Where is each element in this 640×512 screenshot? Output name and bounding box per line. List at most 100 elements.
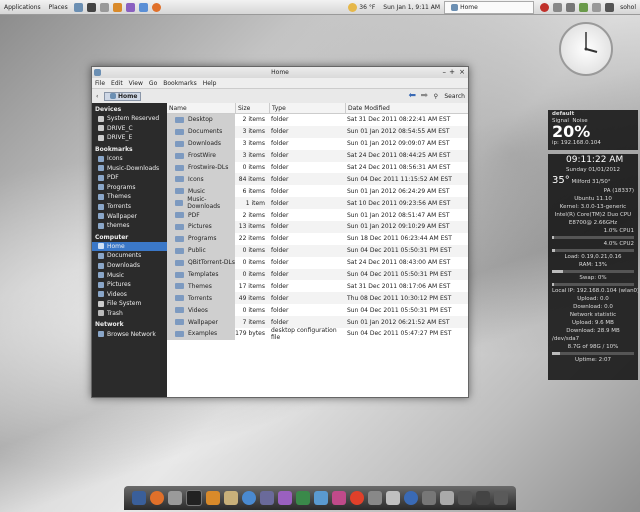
weather-text[interactable]: 36 °F (359, 4, 375, 11)
sidebar-item-torrents[interactable]: Torrents (92, 202, 167, 212)
files-icon[interactable] (99, 2, 109, 12)
places-menu[interactable]: Places (45, 4, 72, 11)
mail-icon[interactable] (553, 2, 563, 12)
table-row[interactable]: Torrents 49 items folder Thu 08 Dec 2011 10… (167, 292, 468, 305)
volume-icon[interactable] (566, 2, 576, 12)
table-row[interactable]: Documents 3 items folder Sun 01 Jan 2012 08… (167, 125, 468, 138)
calculator-icon[interactable] (422, 491, 436, 505)
table-row[interactable]: Videos 0 items folder Sun 04 Dec 2011 05:50… (167, 304, 468, 317)
table-row[interactable]: Icons 84 items folder Sun 04 Dec 2011 11:15… (167, 173, 468, 186)
chrome-icon[interactable] (350, 491, 364, 505)
maximize-icon[interactable]: + (449, 68, 455, 76)
file-type: folder (271, 187, 289, 195)
text-editor-icon[interactable] (112, 2, 122, 12)
window-titlebar[interactable]: Home – + × (92, 67, 468, 78)
terminal-icon[interactable] (186, 490, 202, 506)
sidebar-item-drive-c[interactable]: DRIVE_C (92, 124, 167, 134)
menu-bookmarks[interactable]: Bookmarks (160, 80, 200, 87)
table-row[interactable]: Public 0 items folder Sun 04 Dec 2011 05:50… (167, 244, 468, 257)
spreadsheet-icon[interactable] (296, 491, 310, 505)
sidebar-item-pdf[interactable]: PDF (92, 173, 167, 183)
sidebar-item-file-system[interactable]: File System (92, 299, 167, 309)
sidebar-item-programs[interactable]: Programs (92, 183, 167, 193)
terminal-icon[interactable] (86, 2, 96, 12)
table-row[interactable]: Downloads 3 items folder Sun 01 Jan 2012 09… (167, 137, 468, 150)
sidebar-item-music-downloads[interactable]: Music-Downloads (92, 163, 167, 173)
settings-icon[interactable] (260, 491, 274, 505)
taskbar-home[interactable]: Home (444, 0, 535, 14)
lock-icon[interactable] (494, 491, 508, 505)
battery-icon[interactable] (592, 2, 602, 12)
table-row[interactable]: Frostwire-DLs 0 items folder Sat 24 Dec 201… (167, 161, 468, 174)
workspace-icon[interactable] (458, 491, 472, 505)
table-row[interactable]: PDF 2 items folder Sun 01 Jan 2012 08:51:47… (167, 209, 468, 222)
browser-alt-icon[interactable] (404, 491, 418, 505)
settings-icon[interactable] (138, 2, 148, 12)
sidebar-item-downloads[interactable]: Downloads (92, 261, 167, 271)
trash-icon[interactable] (440, 491, 454, 505)
table-row[interactable]: Desktop 2 items folder Sat 31 Dec 2011 08:2… (167, 114, 468, 126)
search-button[interactable]: Search (444, 93, 465, 100)
sidebar-item-trash[interactable]: Trash (92, 309, 167, 319)
chat-icon[interactable] (278, 491, 292, 505)
table-row[interactable]: QBitTorrent-DLs 0 items folder Sat 24 Dec 2… (167, 256, 468, 269)
sidebar-item-documents[interactable]: Documents (92, 251, 167, 261)
minimize-icon[interactable]: – (443, 68, 447, 76)
clock-text[interactable]: Sun Jan 1, 9:11 AM (383, 4, 440, 11)
firefox-icon[interactable] (151, 2, 161, 12)
chat-status-icon[interactable] (605, 2, 615, 12)
applications-menu[interactable]: Applications (0, 4, 45, 11)
sidebar-item-music[interactable]: Music (92, 270, 167, 280)
column-name[interactable]: Name (167, 103, 236, 113)
table-row[interactable]: Themes 17 items folder Sat 31 Dec 2011 08:1… (167, 280, 468, 293)
column-type[interactable]: Type (270, 103, 346, 113)
disk-icon[interactable] (168, 491, 182, 505)
sidebar-item-themes[interactable]: Themes (92, 192, 167, 202)
menu-help[interactable]: Help (200, 80, 220, 87)
archive-icon[interactable] (206, 491, 220, 505)
notes-icon[interactable] (224, 491, 238, 505)
table-row[interactable]: Templates 0 items folder Sun 04 Dec 2011 05… (167, 268, 468, 281)
forward-arrow-icon[interactable]: ➡ (420, 91, 428, 101)
menu-file[interactable]: File (92, 80, 108, 87)
workspace-2-icon[interactable] (476, 491, 490, 505)
search-icon[interactable]: ⚲ (434, 93, 438, 100)
camera-icon[interactable] (368, 491, 382, 505)
network-icon[interactable] (579, 2, 589, 12)
sidebar-item-home[interactable]: Home (92, 241, 167, 252)
chevron-left-icon[interactable]: ‹ (96, 93, 98, 100)
file-icon (175, 330, 184, 337)
table-row[interactable]: Pictures 13 items folder Sun 01 Jan 2012 09… (167, 221, 468, 233)
presentation-icon[interactable] (332, 491, 346, 505)
breadcrumb-home[interactable]: Home (104, 91, 142, 101)
back-arrow-icon[interactable]: ⬅ (408, 91, 416, 101)
sidebar-item-icons[interactable]: Icons (92, 154, 167, 164)
table-row[interactable]: Music-Downloads 1 item folder Sat 10 Dec 20… (167, 196, 468, 210)
menu-view[interactable]: View (126, 80, 146, 87)
sidebar-item-pictures[interactable]: Pictures (92, 280, 167, 290)
column-date[interactable]: Date Modified (346, 103, 468, 113)
home-icon[interactable] (73, 2, 83, 12)
sidebar-item-browse-network[interactable]: Browse Network (92, 329, 167, 339)
document-icon[interactable] (314, 491, 328, 505)
sidebar-item-themes-lower[interactable]: themes (92, 221, 167, 231)
sidebar-item-wallpaper[interactable]: Wallpaper (92, 211, 167, 221)
power-icon[interactable] (540, 2, 550, 12)
media-player-icon[interactable] (386, 491, 400, 505)
sidebar-item-videos[interactable]: Videos (92, 290, 167, 300)
table-row[interactable]: Examples 179 bytes desktop configuration f… (167, 327, 468, 341)
user-name[interactable]: sohol (620, 4, 636, 11)
menu-go[interactable]: Go (146, 80, 160, 87)
column-size[interactable]: Size (236, 103, 270, 113)
files-icon[interactable] (132, 491, 146, 505)
menu-edit[interactable]: Edit (108, 80, 126, 87)
browser-icon[interactable] (242, 491, 256, 505)
table-row[interactable]: Programs 22 items folder Sun 18 Dec 2011 06… (167, 232, 468, 245)
sidebar-item-drive-e[interactable]: DRIVE_E (92, 133, 167, 143)
chat-icon[interactable] (125, 2, 135, 12)
folder-icon (98, 203, 104, 210)
sidebar-item-system-reserved[interactable]: System Reserved (92, 114, 167, 124)
firefox-icon[interactable] (150, 491, 164, 505)
table-row[interactable]: FrostWire 3 items folder Sat 24 Dec 2011 08… (167, 149, 468, 162)
close-icon[interactable]: × (459, 68, 465, 76)
